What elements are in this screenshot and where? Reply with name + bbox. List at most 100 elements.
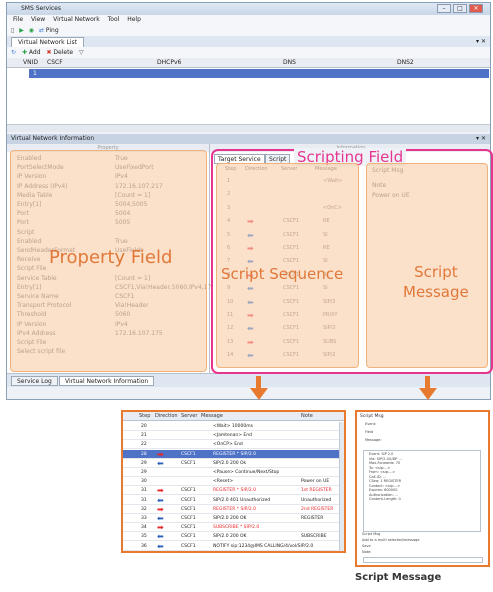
zoom-message: SIP/2.0 200 OK bbox=[213, 516, 247, 521]
zoom-row[interactable]: 32 ➡ CSCF1 REGISTER * SIP/2.0 2nd REGISTER bbox=[123, 505, 344, 514]
sequence-row[interactable]: 12 ⬅ CSCF1 SIP/2 bbox=[219, 323, 357, 334]
property-row[interactable]: Script File bbox=[15, 338, 203, 347]
property-row[interactable]: IP Version IPv4 bbox=[15, 172, 203, 181]
col-vnid[interactable]: VNID bbox=[23, 58, 38, 68]
zoom-step: 33 bbox=[141, 516, 147, 521]
zoom-message: <Reset> bbox=[213, 479, 234, 485]
arrow-right-icon: ➡ bbox=[157, 486, 164, 496]
property-row[interactable]: Port 5005 bbox=[15, 218, 203, 227]
zoom-row[interactable]: 36 ⬅ CSCF1 NOTIFY sip:1234@IMS CALLING/4/vo… bbox=[123, 542, 344, 551]
property-row[interactable]: Script bbox=[15, 228, 203, 237]
zoom-row[interactable]: 21 <Jamtenan> End bbox=[123, 431, 344, 441]
sequence-row[interactable]: 3 <OnC> bbox=[219, 203, 357, 214]
col-dns2[interactable]: DNS2 bbox=[397, 58, 414, 68]
sequence-row[interactable]: 5 ⬅ CSCF1 SI bbox=[219, 230, 357, 241]
delete-button[interactable]: Delete bbox=[53, 49, 73, 56]
stop-icon[interactable]: ◉ bbox=[29, 27, 34, 34]
col-dns[interactable]: DNS bbox=[283, 58, 296, 68]
maximize-button[interactable]: □ bbox=[453, 4, 467, 13]
add-button[interactable]: Add bbox=[29, 49, 41, 56]
tab-service-log[interactable]: Service Log bbox=[11, 376, 58, 386]
property-row[interactable]: Entry[1] 5004,5005 bbox=[15, 200, 203, 209]
zoom-row[interactable]: 20 <Wait> 10000ms bbox=[123, 422, 344, 431]
arrow-right-icon: ➡ bbox=[247, 217, 254, 227]
menu-help[interactable]: Help bbox=[127, 16, 141, 23]
sequence-row[interactable]: 10 ⬅ CSCF1 SIP/2 bbox=[219, 297, 357, 308]
sequence-row[interactable]: 11 ➡ CSCF1 PRIXY bbox=[219, 310, 357, 321]
sequence-row[interactable]: 9 ⬅ CSCF1 SI bbox=[219, 283, 357, 294]
horizontal-scrollbar[interactable] bbox=[7, 124, 490, 132]
sequence-row[interactable]: 6 ➡ CSCF1 RE bbox=[219, 243, 357, 254]
zoom-row[interactable]: 29 ⬅ CSCF1 SIP/2.0 200 Ok bbox=[123, 459, 344, 468]
zoom-message: NOTIFY sip:1234@IMS CALLING/4/vol/SIP/2.… bbox=[213, 543, 314, 549]
seq-step: 13 bbox=[227, 338, 234, 345]
refresh-icon[interactable]: ↻ bbox=[11, 49, 16, 56]
window-title: SMS Services bbox=[21, 5, 62, 12]
property-row[interactable]: IP Version IPv4 bbox=[15, 320, 203, 329]
sequence-row[interactable]: 4 ➡ CSCF1 RE bbox=[219, 216, 357, 227]
seq-step: 4 bbox=[227, 218, 231, 225]
zoom-row[interactable]: 22 <OnCP> End bbox=[123, 440, 344, 450]
property-row[interactable]: PortSelectMode UseFixedPort bbox=[15, 163, 203, 172]
arrow-left-icon: ⬅ bbox=[157, 541, 164, 551]
sequence-row[interactable]: 1 <Wait> bbox=[219, 176, 357, 187]
message-panel-title: Script Msg bbox=[372, 167, 404, 174]
seq-message: SIP/2 bbox=[323, 352, 336, 359]
zoom-row[interactable]: 28 ➡ CSCF1 REGISTER * SIP/2.0 bbox=[123, 449, 344, 459]
property-row[interactable]: Enabled True bbox=[15, 154, 203, 163]
add-icon[interactable]: ✚ bbox=[22, 49, 27, 56]
tab-virtual-network-information[interactable]: Virtual Network Information bbox=[59, 376, 155, 386]
ping-icon[interactable]: ⇄ bbox=[39, 27, 44, 34]
sequence-row[interactable]: 13 ➡ CSCF1 SUBS bbox=[219, 337, 357, 348]
col-cscf[interactable]: CSCF bbox=[47, 58, 63, 68]
vni-pane-controls[interactable]: ▾ ✕ bbox=[476, 134, 486, 144]
ping-button[interactable]: Ping bbox=[46, 27, 59, 34]
seq-message: <Wait> bbox=[323, 178, 343, 184]
property-row[interactable]: Port 5004 bbox=[15, 209, 203, 218]
zoom-note: Power on UE bbox=[301, 479, 330, 485]
note-input[interactable] bbox=[363, 557, 483, 563]
zoom-row[interactable]: 31 ➡ CSCF1 REGISTER * SIP/2.0 1st REGISTER bbox=[123, 486, 344, 496]
property-row[interactable]: Entry[1] CSCF1,Via!Header,5060,IPv4,17 bbox=[15, 283, 211, 292]
table-row[interactable]: 1 bbox=[29, 69, 489, 78]
property-row[interactable]: Transport Protocol Via!Header bbox=[15, 301, 203, 310]
open-icon[interactable]: ▯ bbox=[11, 27, 14, 34]
property-row[interactable]: IPv4 Address 172.16.107.175 bbox=[15, 329, 203, 338]
message-textarea[interactable] bbox=[363, 450, 481, 532]
close-button[interactable]: ✕ bbox=[469, 4, 483, 13]
property-row[interactable]: Select script file bbox=[15, 347, 203, 356]
property-row[interactable]: Service Table [Count = 1] bbox=[15, 274, 203, 283]
property-value: True bbox=[115, 155, 128, 162]
menu-virtual-network[interactable]: Virtual Network bbox=[53, 16, 100, 23]
zoom-row[interactable]: 35 ⬅ CSCF1 SIP/2.0 200 OK SUBSCRIBE bbox=[123, 532, 344, 542]
menu-file[interactable]: File bbox=[13, 16, 23, 23]
menu-tool[interactable]: Tool bbox=[108, 16, 120, 23]
minimize-button[interactable]: – bbox=[437, 4, 451, 13]
zoom-scrollbar[interactable] bbox=[339, 422, 344, 550]
property-row[interactable]: Media Table [Count = 1] bbox=[15, 191, 203, 200]
property-row[interactable]: Service Name CSCF1 bbox=[15, 292, 203, 301]
zoom-row[interactable]: 31 ⬅ CSCF1 SIP/2.0 401 Unauthorized Unauthor… bbox=[123, 496, 344, 505]
menu-view[interactable]: View bbox=[31, 16, 45, 23]
seq-message: RE bbox=[323, 245, 330, 251]
zoomed-script-sequence: Step Direction Server Message Note 20 <Wa… bbox=[121, 410, 346, 553]
property-row[interactable]: Threshold 5060 bbox=[15, 310, 203, 319]
col-dhcpv6[interactable]: DHCPv6 bbox=[157, 58, 181, 68]
seq-step: 1 bbox=[227, 178, 231, 184]
zoom-row[interactable]: 30 <Reset> Power on UE bbox=[123, 477, 344, 487]
sequence-row[interactable]: 14 ⬅ CSCF1 SIP/2 bbox=[219, 350, 357, 361]
pane-controls[interactable]: ▾ ✕ bbox=[476, 36, 486, 47]
arrow-left-icon: ⬅ bbox=[157, 495, 164, 505]
zoom-row[interactable]: 34 ➡ CSCF1 SUBSCRIBE * SIP/2.0 bbox=[123, 523, 344, 533]
property-row[interactable]: IP Address (IPv4) 172.16.107.217 bbox=[15, 182, 203, 191]
zoom-row[interactable]: 29 <Pause> Continue/Next/Stop bbox=[123, 468, 344, 477]
zoom-row[interactable]: 33 ⬅ CSCF1 SIP/2.0 200 OK REGISTER bbox=[123, 514, 344, 523]
arrow-left-icon: ⬅ bbox=[157, 532, 164, 542]
play-icon[interactable]: ▶ bbox=[19, 27, 24, 34]
filter-icon[interactable]: ▽ bbox=[79, 49, 84, 56]
tab-virtual-network-list[interactable]: Virtual Network List bbox=[11, 37, 84, 47]
arrow-right-icon: ➡ bbox=[247, 244, 254, 253]
delete-icon[interactable]: ✖ bbox=[46, 49, 51, 56]
property-row[interactable]: Enabled True bbox=[15, 237, 203, 246]
sequence-row[interactable]: 2 bbox=[219, 189, 357, 200]
